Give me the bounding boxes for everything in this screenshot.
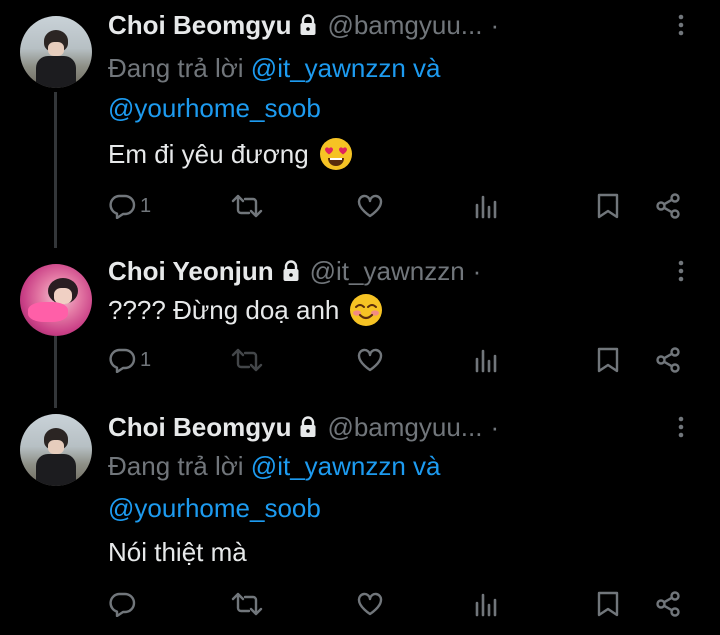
views-icon — [475, 195, 497, 219]
views-button[interactable] — [474, 342, 498, 378]
reply-icon — [109, 592, 136, 617]
bookmark-button[interactable] — [596, 342, 620, 378]
author-handle[interactable]: @bamgyuu... — [327, 10, 482, 41]
action-bar: 1 — [108, 342, 698, 378]
views-icon — [475, 349, 497, 373]
mention-joiner: và — [413, 53, 441, 83]
mention-joiner: và — [413, 451, 441, 481]
mention-link[interactable]: @it_yawnzzn — [251, 451, 406, 481]
views-button[interactable] — [474, 188, 498, 224]
replying-to: Đang trả lời @it_yawnzzn và — [108, 446, 441, 486]
tweet-body: Em đi yêu đương — [108, 139, 309, 169]
like-button[interactable] — [356, 342, 384, 378]
more-options-icon[interactable] — [666, 10, 696, 40]
retweet-button[interactable] — [230, 586, 264, 622]
replying-to: Đang trả lời @it_yawnzzn và — [108, 48, 441, 88]
mention-link[interactable]: @it_yawnzzn — [251, 53, 406, 83]
separator-dot: · — [490, 411, 500, 442]
separator-dot: · — [490, 9, 500, 40]
share-icon — [656, 591, 680, 617]
reply-button[interactable]: 1 — [108, 188, 151, 224]
replying-to-line-2: @yourhome_soob — [108, 488, 321, 528]
replying-to-label: Đang trả lời — [108, 451, 244, 481]
share-button[interactable] — [654, 188, 682, 224]
heart-eyes-emoji — [319, 137, 353, 171]
reply-icon — [109, 194, 136, 219]
smiling-blush-emoji — [349, 293, 383, 327]
retweet-button[interactable] — [230, 342, 264, 378]
views-icon — [475, 593, 497, 617]
like-button[interactable] — [356, 586, 384, 622]
tweet-body: Nói thiệt mà — [108, 537, 247, 567]
tweet-text: Nói thiệt mà — [108, 532, 247, 572]
avatar[interactable] — [20, 264, 92, 336]
tweet-text: Em đi yêu đương — [108, 134, 353, 174]
avatar[interactable] — [20, 16, 92, 88]
replying-to-line-2: @yourhome_soob — [108, 88, 321, 128]
heart-icon — [357, 348, 383, 372]
tweet-3[interactable]: Choi Beomgyu @bamgyuu... · Đang trả lời … — [0, 400, 720, 635]
retweet-button[interactable] — [230, 188, 264, 224]
bookmark-icon — [597, 347, 619, 373]
bookmark-button[interactable] — [596, 188, 620, 224]
reply-button[interactable]: 1 — [108, 342, 151, 378]
author-name[interactable]: Choi Yeonjun — [108, 256, 274, 287]
share-icon — [656, 347, 680, 373]
author-handle[interactable]: @bamgyuu... — [327, 412, 482, 443]
lock-icon — [299, 416, 317, 438]
lock-icon — [282, 260, 300, 282]
lock-icon — [299, 14, 317, 36]
tweet-header: Choi Beomgyu @bamgyuu... · — [108, 8, 499, 42]
bookmark-icon — [597, 591, 619, 617]
heart-icon — [357, 194, 383, 218]
share-icon — [656, 193, 680, 219]
mention-link[interactable]: @yourhome_soob — [108, 493, 321, 523]
separator-dot: · — [472, 255, 482, 286]
author-name[interactable]: Choi Beomgyu — [108, 412, 291, 443]
like-button[interactable] — [356, 188, 384, 224]
share-button[interactable] — [654, 586, 682, 622]
tweet-1[interactable]: Choi Beomgyu @bamgyuu... · Đang trả lời … — [0, 0, 720, 240]
bookmark-icon — [597, 193, 619, 219]
more-options-icon[interactable] — [666, 256, 696, 286]
retweet-icon — [231, 592, 263, 616]
action-bar: 1 — [108, 188, 698, 224]
action-bar — [108, 586, 698, 622]
tweet-text: ???? Đừng doạ anh — [108, 290, 383, 330]
share-button[interactable] — [654, 342, 682, 378]
mention-link[interactable]: @yourhome_soob — [108, 93, 321, 123]
heart-icon — [357, 592, 383, 616]
reply-count: 1 — [140, 194, 152, 217]
tweet-header: Choi Yeonjun @it_yawnzzn · — [108, 254, 481, 288]
reply-count: 1 — [140, 348, 152, 371]
avatar[interactable] — [20, 414, 92, 486]
more-options-icon[interactable] — [666, 412, 696, 442]
replying-to-label: Đang trả lời — [108, 53, 244, 83]
tweet-body: ???? Đừng doạ anh — [108, 295, 340, 325]
reply-icon — [109, 348, 136, 373]
author-name[interactable]: Choi Beomgyu — [108, 10, 291, 41]
tweet-2[interactable]: Choi Yeonjun @it_yawnzzn · ???? Đừng doạ… — [0, 248, 720, 398]
views-button[interactable] — [474, 586, 498, 622]
tweet-header: Choi Beomgyu @bamgyuu... · — [108, 410, 499, 444]
retweet-icon — [231, 194, 263, 218]
retweet-icon — [231, 348, 263, 372]
reply-button[interactable] — [108, 586, 140, 622]
author-handle[interactable]: @it_yawnzzn — [310, 256, 465, 287]
bookmark-button[interactable] — [596, 586, 620, 622]
